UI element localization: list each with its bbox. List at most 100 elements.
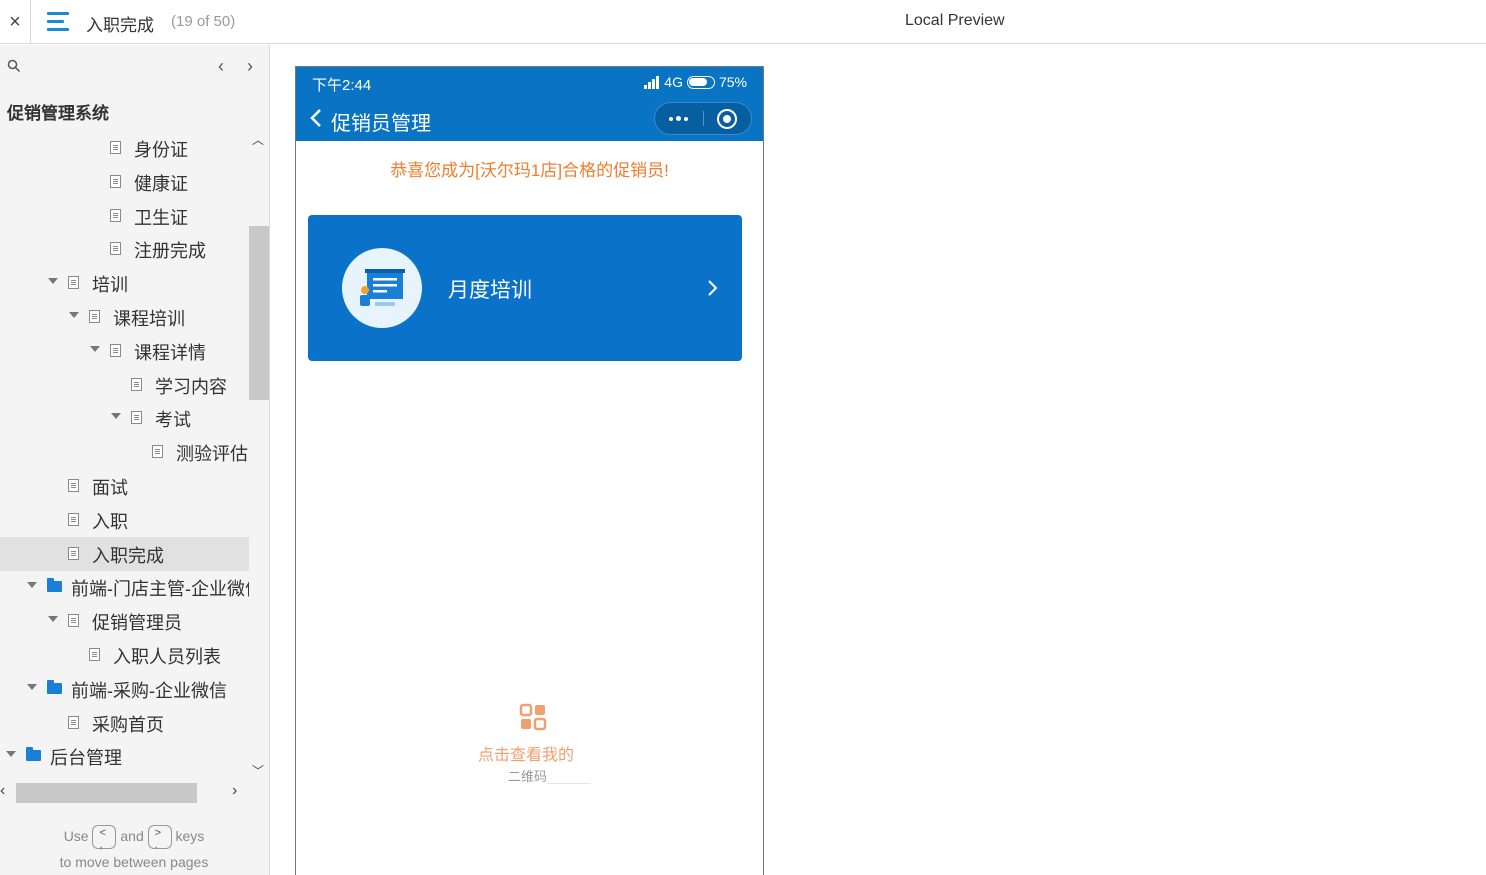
folder-icon [26,747,41,762]
tree-item[interactable]: 注册完成 [0,232,249,266]
page-icon [110,174,121,188]
tree-item[interactable]: 健康证 [0,165,249,199]
tree-item[interactable]: 身份证 [0,132,249,165]
tree-item-label: 入职人员列表 [113,647,221,667]
chevron-right-icon [708,280,718,296]
page-counter: (19 of 50) [171,13,236,30]
tree-item-label: 入职完成 [92,545,164,566]
scroll-up-arrow[interactable]: ︿ [252,131,264,148]
expand-caret-icon[interactable] [6,751,16,758]
tree-item[interactable]: 学习内容 [0,368,249,402]
tree-item[interactable]: 前端-采购-企业微信 [0,672,249,706]
tree-item[interactable]: 卫生证 [0,199,249,233]
next-page-button[interactable]: › [241,55,259,77]
tree-item-label: 前端-采购-企业微信 [71,680,227,701]
expand-caret-icon[interactable] [69,312,79,318]
expand-caret-icon[interactable] [48,616,58,623]
page-icon [131,411,142,425]
scroll-left-arrow[interactable]: ‹ [0,782,5,800]
folder-icon [47,578,62,593]
page-icon [152,445,163,459]
page-icon [89,648,100,661]
more-options-icon[interactable] [655,103,703,134]
tree-item-label: 面试 [92,478,128,498]
expand-caret-icon[interactable] [27,582,37,589]
network-label: 4G [664,74,683,90]
page-icon [131,377,142,391]
vertical-scrollbar-thumb[interactable] [249,226,269,400]
preview-title: Local Preview [905,12,1005,29]
tree-item[interactable]: 后台管理 [0,739,249,772]
tree-item-label: 学习内容 [155,376,227,397]
tree-item[interactable]: 采购首页 [0,706,249,740]
congrats-message: 恭喜您成为[沃尔玛1店]合格的促销员! [390,161,669,180]
expand-caret-icon[interactable] [27,683,37,690]
tree-item[interactable]: 促销管理员 [0,604,249,638]
qr-divider [548,783,591,784]
tree-item-label: 前端-门店主管-企业微信 [71,579,249,600]
hint-and: and [120,828,144,844]
close-button[interactable]: × [0,0,31,44]
scroll-right-arrow[interactable]: › [232,782,237,800]
expand-caret-icon[interactable] [90,345,100,352]
page-icon [68,479,79,492]
page-icon [89,310,100,323]
tree-item[interactable]: 面试 [0,469,249,503]
close-miniprogram-icon[interactable] [717,109,737,129]
folder-icon [47,679,62,694]
page-icon [68,276,79,290]
sidebar: ‹ › 促销管理系统 身份证 健康证 卫生证 注册完成 培训 课程培训 课程详情 学习内容 考试… [0,45,270,875]
view-qr-code-button[interactable]: 点击查看我的 二维码 [471,697,596,787]
tree-item[interactable]: 培训 [0,266,249,300]
status-bar: 下午2:44 4G 75% [296,67,763,97]
phone-preview: 下午2:44 4G 75% 促销员管理 恭喜您成为[沃尔玛1店]合格的促销员! [295,66,764,875]
tree-item-label: 后台管理 [50,748,122,769]
battery-fill [689,78,707,86]
page-icon [110,242,121,256]
tree-item[interactable]: 入职完成 [0,536,249,571]
nav-bar: 促销员管理 [296,97,763,141]
prev-key-icon: < , [92,825,117,851]
page-icon [68,715,79,729]
nav-title: 促销员管理 [331,113,431,135]
qr-code-icon [519,703,547,731]
page-icon [68,546,79,560]
qr-label: 点击查看我的 [478,747,575,764]
tree-item-label: 促销管理员 [92,613,182,634]
tree-item-label: 采购首页 [92,714,164,735]
top-bar: × 入职完成 (19 of 50) Local Preview [0,0,1486,44]
tree-item-label: 卫生证 [134,207,188,228]
tree-item[interactable]: 考试 [0,401,249,435]
tree-item[interactable]: 前端-门店主管-企业微信 [0,570,249,604]
prev-page-button[interactable]: ‹ [212,55,230,77]
monthly-training-card[interactable]: 月度培训 [308,215,742,361]
page-icon [110,141,121,154]
page-icon [68,614,79,628]
search-icon[interactable] [7,59,21,73]
expand-caret-icon[interactable] [48,278,58,285]
status-time: 下午2:44 [312,77,372,94]
tree-item[interactable]: 测验评估 [0,435,249,469]
keyboard-hint: Use < , and > . keys to move between pag… [0,821,268,873]
hint-keys: keys [175,828,205,844]
tree-item[interactable]: 入职 [0,503,249,537]
status-indicators: 4G 75% [644,74,747,90]
tree-item-label: 测验评估 [176,444,248,465]
tree-item[interactable]: 入职人员列表 [0,638,249,672]
hint-use: Use [63,828,89,844]
battery-icon [686,75,715,89]
card-label: 月度培训 [448,279,532,302]
horizontal-scrollbar-thumb[interactable] [16,783,197,803]
page-icon [110,208,121,222]
mini-program-capsule [654,102,752,135]
page-title: 入职完成 [86,16,154,35]
menu-icon[interactable] [47,12,69,32]
hint-line-2: to move between pages [59,854,209,870]
tree-item[interactable]: 课程培训 [0,300,249,334]
tree-item-label: 培训 [92,275,128,296]
scroll-down-arrow[interactable]: ﹀ [252,762,264,779]
expand-caret-icon[interactable] [111,413,121,420]
tree-item[interactable]: 课程详情 [0,334,249,368]
next-key-icon: > . [147,825,172,851]
back-icon[interactable] [308,107,324,129]
